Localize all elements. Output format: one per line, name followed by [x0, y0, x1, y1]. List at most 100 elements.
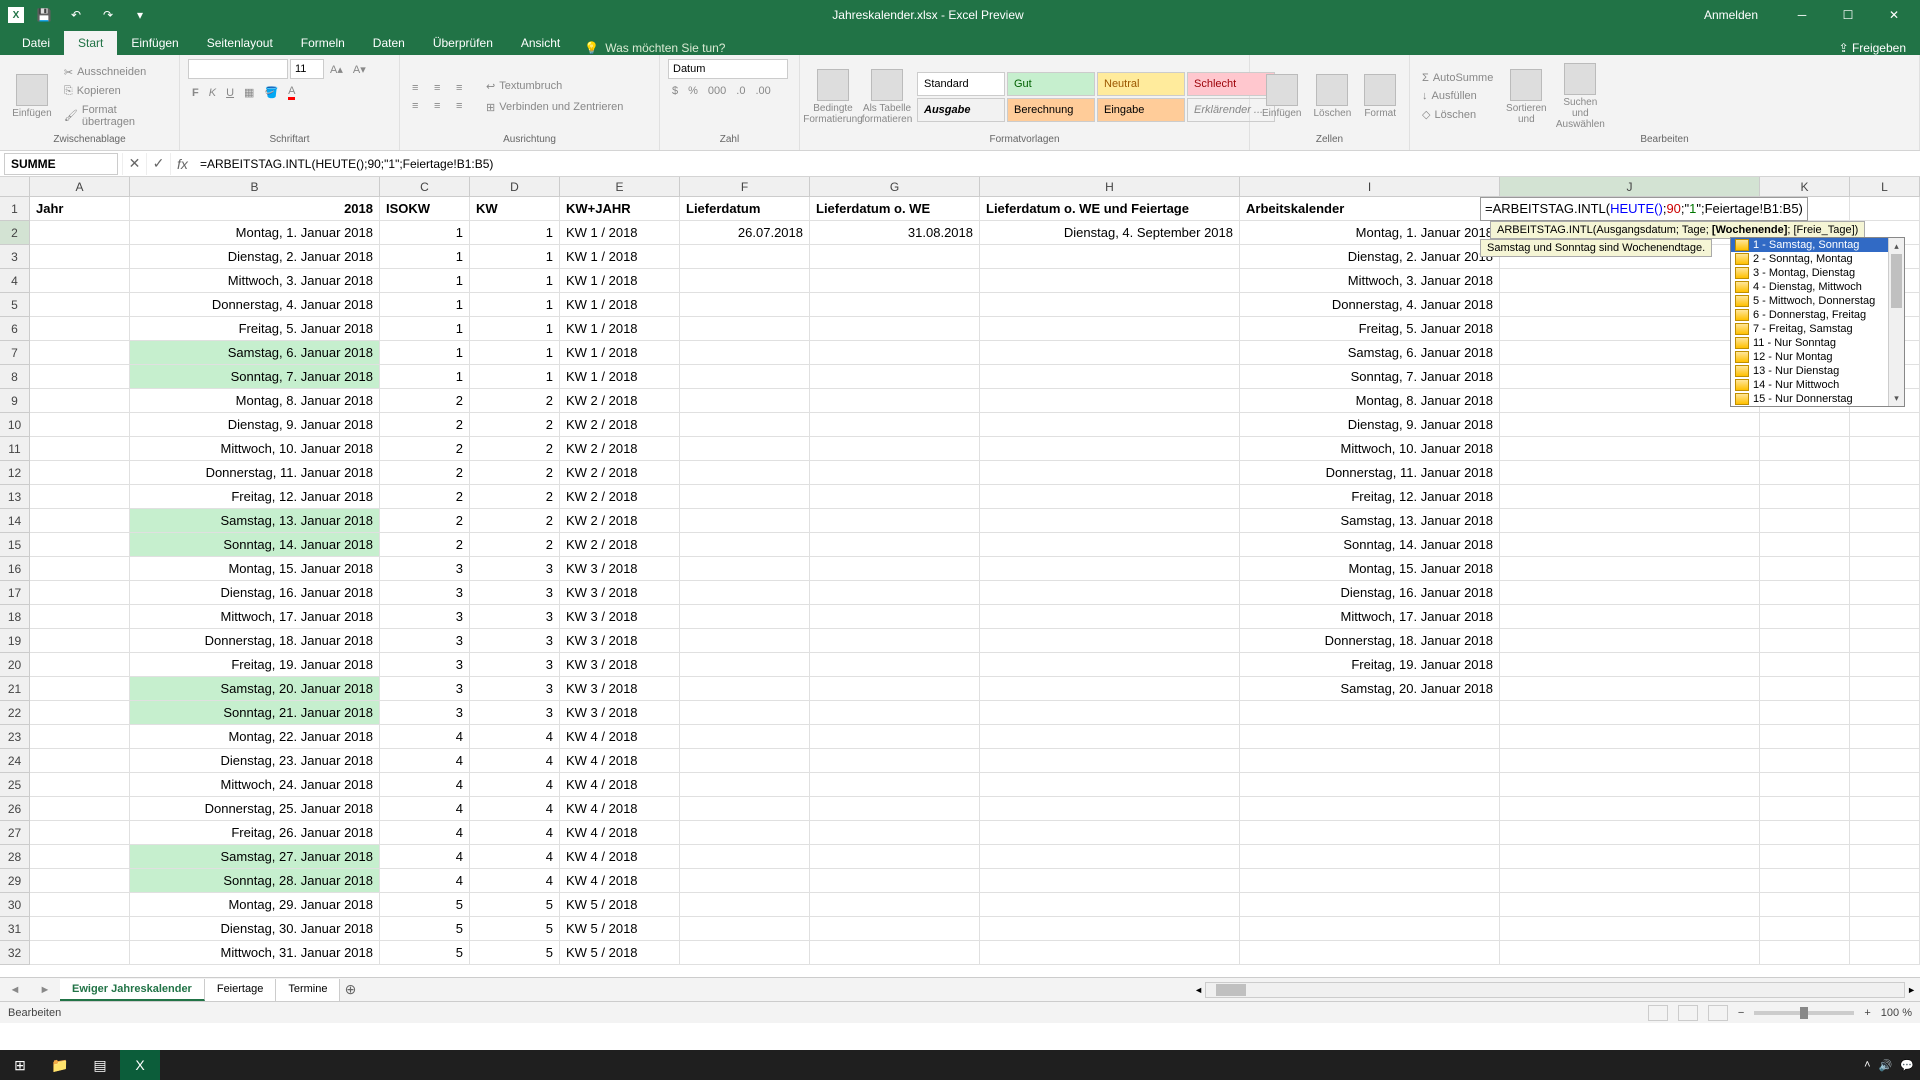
autocomplete-item[interactable]: 2 - Sonntag, Montag — [1731, 252, 1904, 266]
ribbon-tab-einfügen[interactable]: Einfügen — [117, 31, 192, 55]
cell-G15[interactable] — [810, 533, 980, 557]
cell-A4[interactable] — [30, 269, 130, 293]
cell-D14[interactable]: 2 — [470, 509, 560, 533]
cell-D27[interactable]: 4 — [470, 821, 560, 845]
cell-A12[interactable] — [30, 461, 130, 485]
zoom-in-button[interactable]: + — [1864, 1007, 1870, 1019]
col-header-B[interactable]: B — [130, 177, 380, 196]
cell-H15[interactable] — [980, 533, 1240, 557]
cell-D16[interactable]: 3 — [470, 557, 560, 581]
cell-C3[interactable]: 1 — [380, 245, 470, 269]
cut-button[interactable]: ✂Ausschneiden — [60, 64, 171, 81]
font-name-input[interactable] — [188, 59, 288, 79]
cell-C19[interactable]: 3 — [380, 629, 470, 653]
cell-A16[interactable] — [30, 557, 130, 581]
cell-C23[interactable]: 4 — [380, 725, 470, 749]
cell-H26[interactable] — [980, 797, 1240, 821]
cell-I25[interactable] — [1240, 773, 1500, 797]
cell-K28[interactable] — [1760, 845, 1850, 869]
cell-L32[interactable] — [1850, 941, 1920, 965]
row-header-7[interactable]: 7 — [0, 341, 29, 365]
cell-K13[interactable] — [1760, 485, 1850, 509]
cell-H31[interactable] — [980, 917, 1240, 941]
cell-K10[interactable] — [1760, 413, 1850, 437]
cell-D10[interactable]: 2 — [470, 413, 560, 437]
cell-G27[interactable] — [810, 821, 980, 845]
cell-K26[interactable] — [1760, 797, 1850, 821]
cell-E6[interactable]: KW 1 / 2018 — [560, 317, 680, 341]
cell-G30[interactable] — [810, 893, 980, 917]
currency-icon[interactable]: $ — [668, 83, 682, 99]
cell-G22[interactable] — [810, 701, 980, 725]
cell-H21[interactable] — [980, 677, 1240, 701]
cell-D31[interactable]: 5 — [470, 917, 560, 941]
row-header-23[interactable]: 23 — [0, 725, 29, 749]
italic-button[interactable]: K — [205, 83, 220, 102]
sheet-tab[interactable]: Ewiger Jahreskalender — [60, 979, 205, 1001]
cell-E22[interactable]: KW 3 / 2018 — [560, 701, 680, 725]
cell-D21[interactable]: 3 — [470, 677, 560, 701]
dropdown-scrollbar[interactable]: ▴ ▾ — [1888, 238, 1904, 406]
cell-H29[interactable] — [980, 869, 1240, 893]
horizontal-scrollbar[interactable] — [1205, 982, 1905, 998]
cell-H8[interactable] — [980, 365, 1240, 389]
row-header-3[interactable]: 3 — [0, 245, 29, 269]
maximize-button[interactable]: ☐ — [1826, 0, 1870, 30]
cell-C31[interactable]: 5 — [380, 917, 470, 941]
row-header-11[interactable]: 11 — [0, 437, 29, 461]
cell-H3[interactable] — [980, 245, 1240, 269]
cell-I4[interactable]: Mittwoch, 3. Januar 2018 — [1240, 269, 1500, 293]
row-header-5[interactable]: 5 — [0, 293, 29, 317]
cell-F16[interactable] — [680, 557, 810, 581]
font-color-button[interactable]: A — [284, 83, 299, 102]
tell-me-search[interactable]: 💡 Was möchten Sie tun? — [574, 41, 735, 55]
ribbon-tab-start[interactable]: Start — [64, 31, 117, 55]
cell-B6[interactable]: Freitag, 5. Januar 2018 — [130, 317, 380, 341]
ribbon-tab-formeln[interactable]: Formeln — [287, 31, 359, 55]
cell-F27[interactable] — [680, 821, 810, 845]
cell-B17[interactable]: Dienstag, 16. Januar 2018 — [130, 581, 380, 605]
cell-C17[interactable]: 3 — [380, 581, 470, 605]
fill-color-button[interactable]: 🪣 — [260, 83, 282, 102]
cell-F21[interactable] — [680, 677, 810, 701]
cell-A10[interactable] — [30, 413, 130, 437]
cell-C9[interactable]: 2 — [380, 389, 470, 413]
cell-J19[interactable] — [1500, 629, 1760, 653]
cell-D24[interactable]: 4 — [470, 749, 560, 773]
grow-font-icon[interactable]: A▴ — [326, 59, 347, 79]
cell-C15[interactable]: 2 — [380, 533, 470, 557]
cell-C2[interactable]: 1 — [380, 221, 470, 245]
cell-D26[interactable]: 4 — [470, 797, 560, 821]
cell-I27[interactable] — [1240, 821, 1500, 845]
fill-button[interactable]: ↓Ausfüllen — [1418, 88, 1497, 104]
cell-F1[interactable]: Lieferdatum — [680, 197, 810, 221]
cell-I10[interactable]: Dienstag, 9. Januar 2018 — [1240, 413, 1500, 437]
cell-D6[interactable]: 1 — [470, 317, 560, 341]
cell-E30[interactable]: KW 5 / 2018 — [560, 893, 680, 917]
cell-C7[interactable]: 1 — [380, 341, 470, 365]
cell-E20[interactable]: KW 3 / 2018 — [560, 653, 680, 677]
cell-C5[interactable]: 1 — [380, 293, 470, 317]
cell-G6[interactable] — [810, 317, 980, 341]
cell-F25[interactable] — [680, 773, 810, 797]
wrap-text-button[interactable]: ↩Textumbruch — [482, 78, 627, 95]
cell-K29[interactable] — [1760, 869, 1850, 893]
cell-C11[interactable]: 2 — [380, 437, 470, 461]
find-select-button[interactable]: Suchen und Auswählen — [1555, 61, 1605, 132]
cell-E8[interactable]: KW 1 / 2018 — [560, 365, 680, 389]
cell-F5[interactable] — [680, 293, 810, 317]
autocomplete-dropdown[interactable]: ▴ ▾ 1 - Samstag, Sonntag2 - Sonntag, Mon… — [1730, 237, 1905, 407]
format-cells-button[interactable]: Format — [1359, 72, 1401, 121]
row-header-21[interactable]: 21 — [0, 677, 29, 701]
cell-D5[interactable]: 1 — [470, 293, 560, 317]
cell-D28[interactable]: 4 — [470, 845, 560, 869]
cell-E28[interactable]: KW 4 / 2018 — [560, 845, 680, 869]
start-button[interactable]: ⊞ — [0, 1050, 40, 1080]
cell-D11[interactable]: 2 — [470, 437, 560, 461]
dec-decimal-icon[interactable]: .00 — [751, 83, 774, 99]
cell-G12[interactable] — [810, 461, 980, 485]
cell-F24[interactable] — [680, 749, 810, 773]
cell-G25[interactable] — [810, 773, 980, 797]
row-header-17[interactable]: 17 — [0, 581, 29, 605]
cell-G11[interactable] — [810, 437, 980, 461]
